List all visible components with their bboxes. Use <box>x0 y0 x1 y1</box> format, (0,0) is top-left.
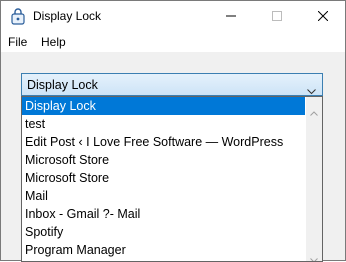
scroll-down-arrow-icon[interactable] <box>310 250 318 261</box>
list-item[interactable]: Mail <box>22 187 305 205</box>
list-item[interactable]: Inbox - Gmail ?- Mail <box>22 205 305 223</box>
minimize-icon <box>226 8 236 26</box>
list-item[interactable]: Spotify <box>22 223 305 241</box>
combobox-selected-value: Display Lock <box>27 78 98 92</box>
list-item[interactable]: test <box>22 115 305 133</box>
list-item[interactable]: Edit Post ‹ I Love Free Software — WordP… <box>22 133 305 151</box>
combobox-dropdown-list[interactable]: Display Lock test Edit Post ‹ I Love Fre… <box>21 96 323 262</box>
close-icon <box>317 8 329 26</box>
maximize-icon <box>272 8 282 26</box>
list-item[interactable]: Display Lock <box>22 97 305 115</box>
lock-app-icon <box>10 8 26 25</box>
app-window: Display Lock File Help Display Lock Disp… <box>0 0 346 262</box>
close-button[interactable] <box>300 1 346 32</box>
window-title: Display Lock <box>33 9 102 23</box>
maximize-button[interactable] <box>254 1 300 32</box>
minimize-button[interactable] <box>208 1 254 32</box>
menu-help[interactable]: Help <box>41 35 66 49</box>
title-bar[interactable]: Display Lock <box>1 1 345 32</box>
menu-file[interactable]: File <box>8 35 27 49</box>
scroll-up-arrow-icon[interactable] <box>310 103 318 116</box>
vertical-scrollbar[interactable] <box>306 97 322 261</box>
list-item[interactable]: Microsoft Store <box>22 151 305 169</box>
chevron-down-icon <box>307 82 316 95</box>
menu-bar: File Help <box>1 32 345 52</box>
list-item[interactable]: Program Manager <box>22 241 305 259</box>
list-item[interactable]: Microsoft Store <box>22 169 305 187</box>
window-select-combobox[interactable]: Display Lock <box>21 73 323 96</box>
